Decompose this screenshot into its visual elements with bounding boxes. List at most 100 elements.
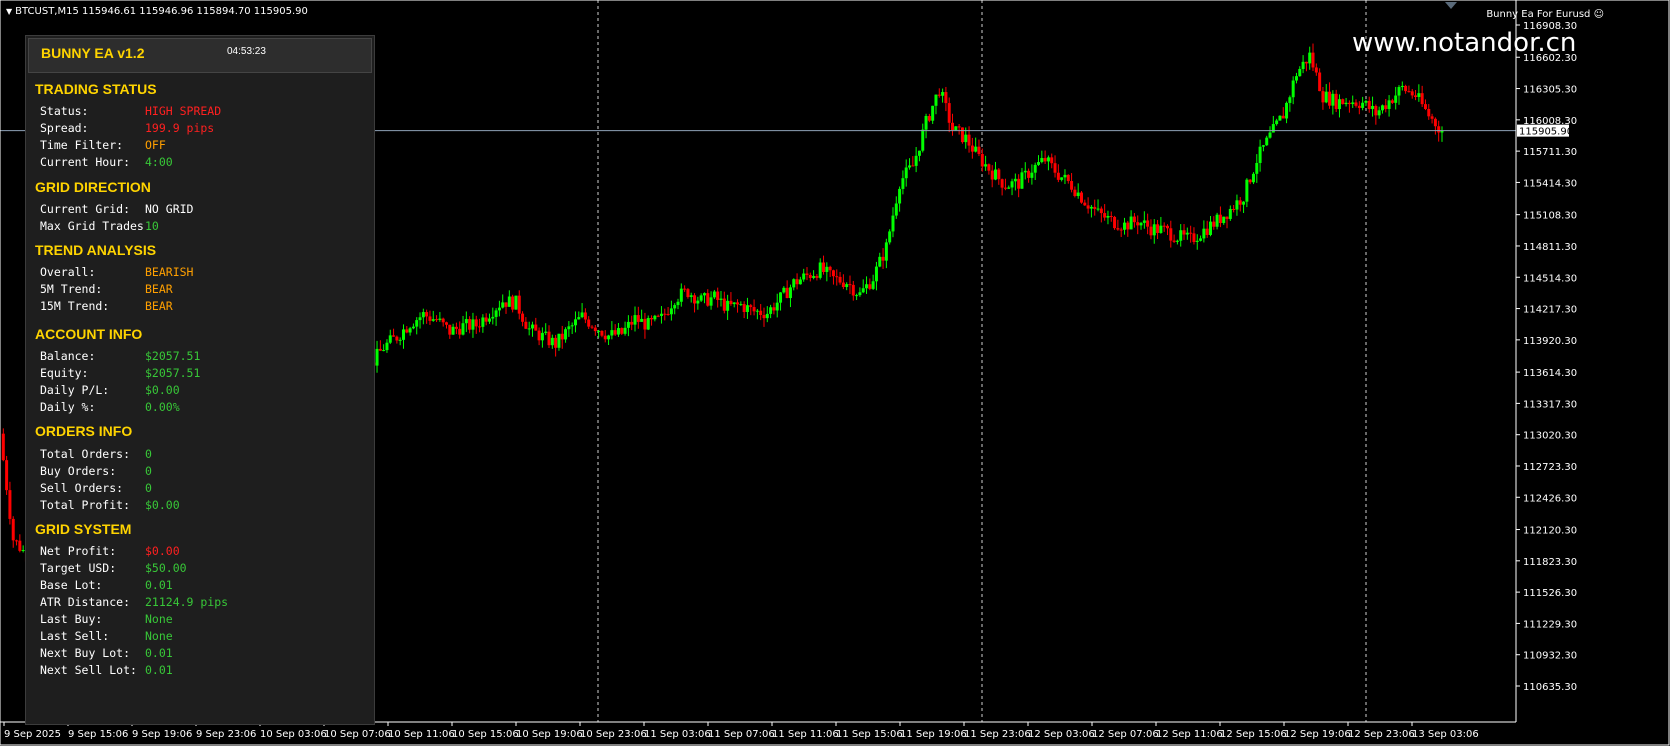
bear-candle (1119, 229, 1123, 231)
bear-candle (1410, 91, 1414, 96)
bear-candle (524, 321, 528, 329)
time-tick-label: 9 Sep 19:06 (132, 729, 192, 740)
bear-candle (831, 270, 835, 277)
bear-candle (722, 298, 726, 311)
time-tick-label: 11 Sep 15:06 (836, 729, 903, 740)
dropdown-arrow-icon[interactable]: ▼ (6, 7, 12, 16)
bull-candle (1278, 115, 1282, 121)
bear-candle (511, 296, 515, 310)
panel-clock: 04:53:23 (227, 46, 266, 57)
bear-candle (742, 304, 746, 312)
price-tick-label: 110635.30 (1523, 682, 1577, 693)
price-tick-label: 112723.30 (1523, 462, 1577, 473)
bull-candle (904, 167, 908, 179)
bear-candle (822, 262, 826, 273)
bear-candle (828, 266, 832, 271)
bear-candle (593, 327, 597, 332)
bull-candle (1400, 85, 1404, 88)
bull-candle (908, 165, 912, 168)
bull-candle (719, 298, 723, 300)
bull-candle (1417, 93, 1421, 97)
bear-candle (1347, 102, 1351, 105)
bear-candle (1146, 220, 1150, 227)
bull-candle (375, 348, 379, 366)
bull-candle (845, 284, 849, 288)
ea-label: Bunny Ea For Eurusd ☺ (1486, 9, 1604, 20)
time-tick-label: 10 Sep 23:06 (580, 729, 647, 740)
bull-candle (941, 92, 945, 96)
bear-candle (1341, 99, 1345, 105)
bear-candle (1334, 93, 1338, 110)
bull-candle (1261, 145, 1265, 147)
bear-candle (1281, 115, 1285, 119)
row-value: 0.00% (145, 400, 180, 414)
time-tick-label: 12 Sep 19:06 (1284, 729, 1351, 740)
bear-candle (1080, 192, 1083, 203)
bull-candle (607, 335, 611, 340)
bull-candle (626, 321, 630, 328)
bear-candle (772, 307, 776, 311)
row-label: Status: (40, 104, 89, 118)
bull-candle (732, 302, 736, 305)
bear-candle (1390, 100, 1394, 103)
bull-candle (1228, 208, 1232, 219)
bear-candle (1000, 179, 1004, 188)
bull-candle (1380, 105, 1384, 111)
row-value: 0.01 (145, 646, 173, 660)
bull-candle (921, 129, 925, 151)
bull-candle (623, 327, 627, 334)
time-tick-label: 11 Sep 03:06 (644, 729, 711, 740)
bull-candle (994, 169, 998, 180)
one-click-trading-toggle[interactable] (1445, 2, 1457, 9)
bull-candle (1285, 102, 1289, 119)
bear-candle (405, 329, 409, 333)
bear-candle (805, 273, 809, 275)
bear-candle (785, 287, 789, 299)
row-label: Time Filter: (40, 138, 124, 152)
bull-candle (487, 318, 491, 322)
bull-candle (755, 310, 759, 312)
bull-candle (1235, 200, 1239, 210)
bear-candle (911, 165, 915, 167)
bear-candle (1165, 225, 1169, 229)
ea-info-panel: BUNNY EA v1.2 04:53:23 TRADING STATUS Sta… (25, 35, 375, 725)
bear-candle (1182, 230, 1186, 235)
bear-candle (1407, 91, 1411, 93)
bear-candle (841, 282, 845, 288)
bull-candle (1294, 76, 1298, 81)
bear-candle (1367, 100, 1371, 109)
bear-candle (1136, 222, 1140, 226)
bull-candle (1152, 224, 1156, 236)
bull-candle (1175, 240, 1179, 242)
row-value: 4:00 (145, 155, 173, 169)
row-label: Target USD: (40, 561, 117, 575)
bull-candle (1040, 158, 1044, 163)
row-label: Next Buy Lot: (40, 646, 131, 660)
bear-candle (1357, 105, 1361, 108)
bear-candle (808, 274, 812, 278)
bear-candle (441, 318, 445, 323)
bull-candle (964, 134, 968, 143)
bear-candle (583, 312, 587, 320)
bull-candle (861, 288, 865, 293)
bear-candle (1318, 72, 1322, 92)
bull-candle (974, 146, 978, 152)
price-tick-label: 110932.30 (1523, 651, 1577, 662)
bear-candle (537, 330, 541, 341)
bear-candle (815, 276, 819, 278)
bull-candle (818, 262, 822, 278)
bear-candle (1205, 228, 1209, 235)
row-label: Current Grid: (40, 202, 131, 216)
bear-candle (947, 103, 951, 123)
bull-candle (1291, 80, 1295, 98)
time-tick-label: 13 Sep 03:06 (1412, 729, 1479, 740)
time-tick-label: 12 Sep 11:06 (1156, 729, 1223, 740)
bear-candle (547, 331, 551, 346)
bull-candle (1371, 105, 1375, 109)
bear-candle (868, 284, 872, 289)
bear-candle (1, 433, 5, 461)
time-tick-label: 10 Sep 15:06 (452, 729, 519, 740)
bull-candle (1060, 177, 1064, 180)
bear-candle (1053, 163, 1057, 173)
bear-candle (560, 333, 564, 340)
